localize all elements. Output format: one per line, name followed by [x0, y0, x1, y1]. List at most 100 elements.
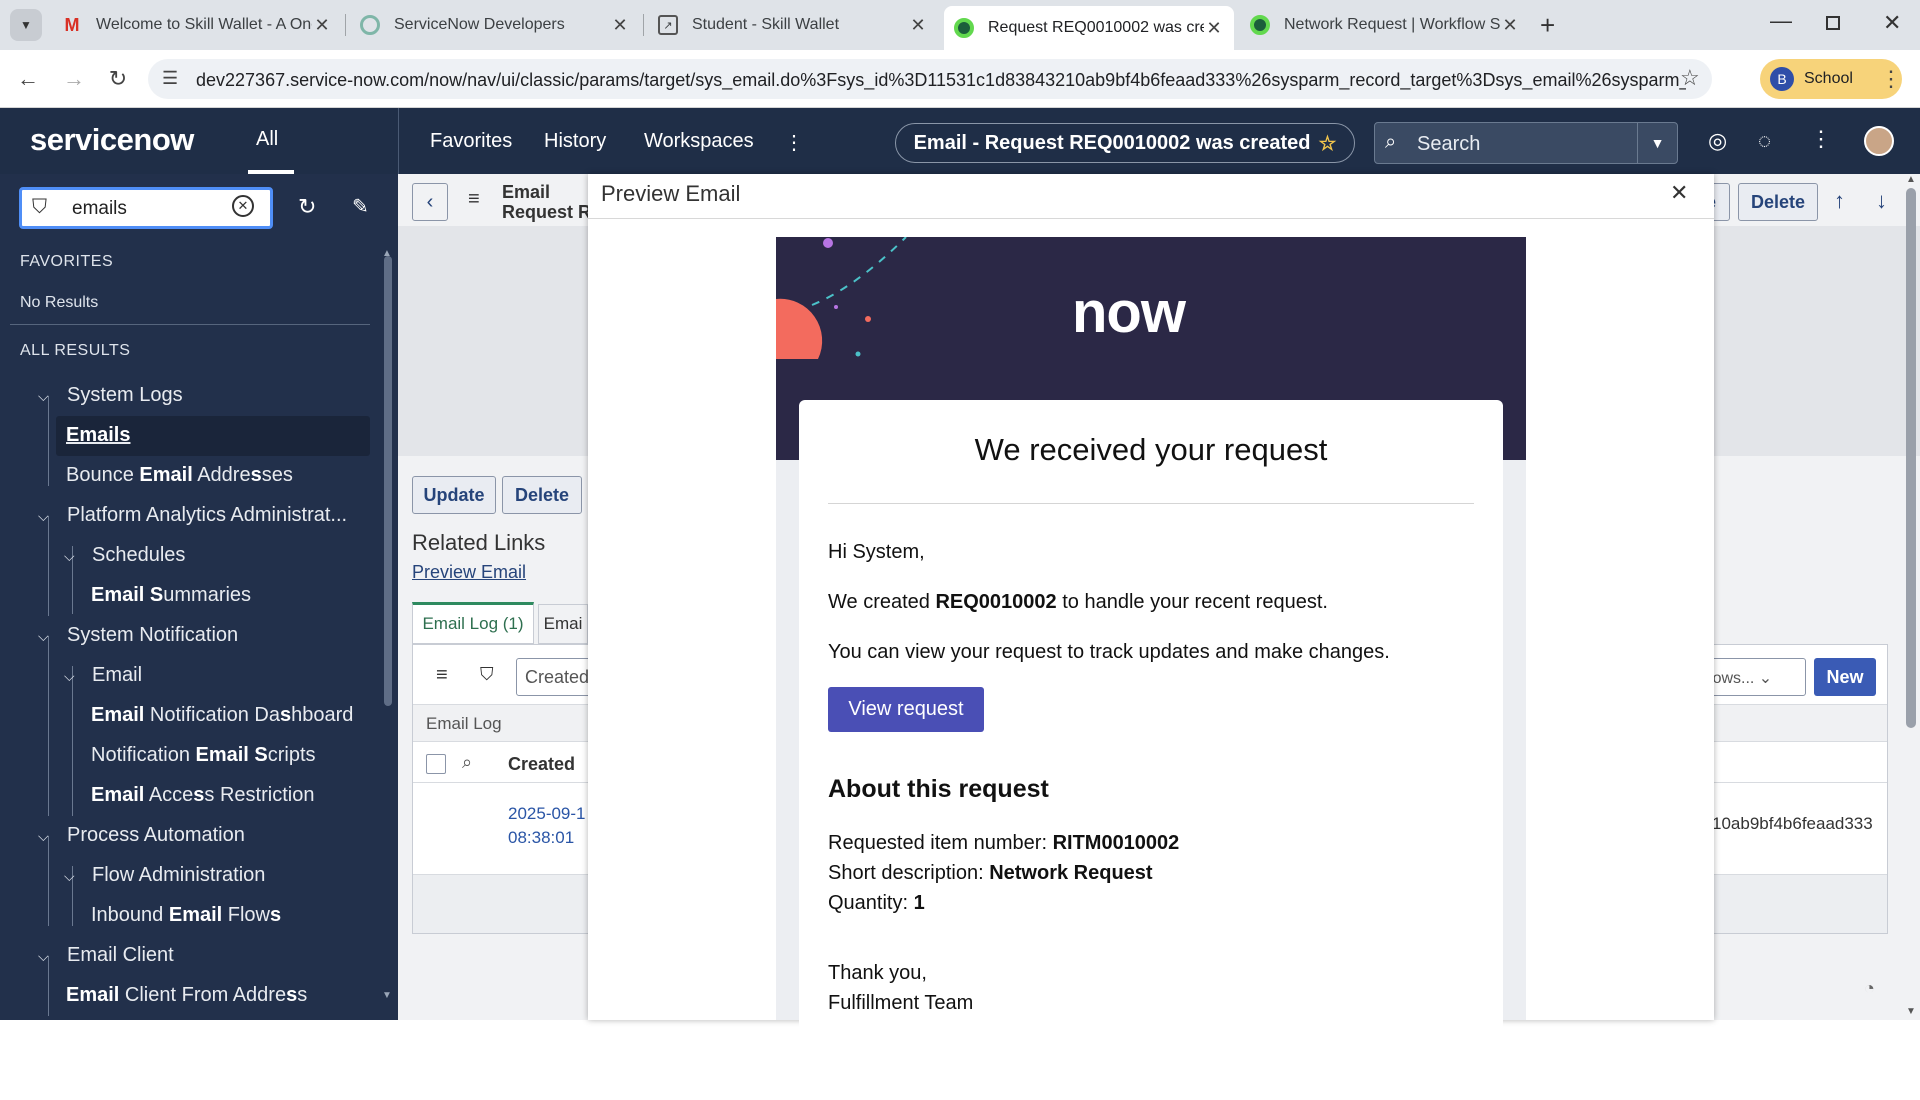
close-icon[interactable]: ✕	[1670, 180, 1688, 206]
servicenow-logo[interactable]: servicenow	[30, 122, 194, 158]
close-icon[interactable]: ✕	[312, 15, 332, 36]
servicenow-dev-icon	[360, 15, 380, 35]
close-icon[interactable]: ✕	[610, 15, 630, 36]
tab-email-log[interactable]: Email Log (1)	[412, 602, 534, 644]
global-search-input[interactable]: ⌕ Search ▼	[1374, 122, 1678, 164]
list-search-field[interactable]: Created	[516, 658, 596, 696]
next-record-icon[interactable]: ↓	[1876, 188, 1887, 214]
nav-module-email[interactable]: Email	[92, 664, 142, 687]
url-text: dev227367.service-now.com/now/nav/ui/cla…	[196, 70, 1686, 90]
scroll-down-icon[interactable]: ▼	[1906, 1006, 1916, 1017]
nav-module-system-logs[interactable]: System Logs	[67, 384, 183, 407]
browser-tab-active[interactable]: Request REQ0010002 was creat ✕	[944, 6, 1234, 50]
more-menu-icon[interactable]: ⋮	[784, 130, 804, 155]
url-field[interactable]: ☰ dev227367.service-now.com/now/nav/ui/c…	[148, 59, 1712, 99]
chevron-down-icon[interactable]: ⌵	[38, 508, 49, 525]
nav-module-system-notification[interactable]: System Notification	[67, 624, 238, 647]
nav-item-email-summaries[interactable]: Email Summaries	[91, 584, 251, 607]
user-avatar[interactable]	[1864, 126, 1894, 156]
update-button[interactable]: Update	[412, 476, 496, 514]
history-menu[interactable]: History	[544, 130, 606, 153]
browser-menu-icon[interactable]: ⋮	[1880, 66, 1902, 92]
all-menu-tab[interactable]: All	[256, 128, 278, 151]
browser-tab[interactable]: ServiceNow Developers ✕	[350, 8, 640, 42]
nav-item-email-access-restriction[interactable]: Email Access Restriction	[91, 784, 314, 807]
search-scope-dropdown[interactable]: ▼	[1637, 123, 1677, 163]
delete-button[interactable]: Delete	[502, 476, 582, 514]
list-menu-icon[interactable]: ≡	[436, 664, 448, 687]
nav-item-notification-email-scripts[interactable]: Notification Email Scripts	[91, 744, 316, 767]
nav-item-emails[interactable]: Emails	[66, 424, 130, 447]
favorite-star-icon[interactable]: ☆	[1318, 131, 1336, 156]
new-button[interactable]: New	[1814, 658, 1876, 696]
nav-item-email-client-from-address[interactable]: Email Client From Address	[66, 984, 307, 1007]
site-info-icon[interactable]: ☰	[162, 68, 178, 89]
column-header-created[interactable]: Created	[508, 754, 575, 775]
no-results-text: No Results	[20, 294, 99, 311]
close-icon[interactable]: ✕	[908, 15, 928, 36]
nav-module-platform-analytics[interactable]: Platform Analytics Administrat...	[67, 504, 347, 527]
chevron-down-icon[interactable]: ⌵	[64, 668, 75, 685]
chevron-down-icon[interactable]: ⌵	[38, 628, 49, 645]
nav-module-schedules[interactable]: Schedules	[92, 544, 185, 567]
chevron-down-icon[interactable]: ⌵	[38, 948, 49, 965]
close-icon[interactable]: ✕	[1204, 18, 1224, 39]
address-bar-row: ← → ↻ ☰ dev227367.service-now.com/now/na…	[0, 50, 1920, 108]
chevron-down-icon[interactable]: ⌵	[64, 548, 75, 565]
scroll-up-icon[interactable]: ▲	[1906, 174, 1916, 185]
new-tab-icon[interactable]: +	[1540, 10, 1555, 41]
help-icon[interactable]: ◔	[1864, 978, 1875, 999]
chevron-down-icon[interactable]: ⌵	[38, 828, 49, 845]
nav-filter-input[interactable]: ⛉ emails ✕	[19, 187, 273, 229]
close-window-icon[interactable]: ✕	[1883, 10, 1901, 36]
restore-icon[interactable]	[1826, 16, 1840, 30]
email-track-line: You can view your request to track updat…	[828, 641, 1390, 663]
settings-menu-icon[interactable]: ⋮	[1810, 126, 1832, 152]
favorites-menu[interactable]: Favorites	[430, 130, 512, 153]
row-created-time[interactable]: 08:38:01	[508, 828, 574, 848]
globe-icon[interactable]: ◎	[1708, 128, 1727, 154]
minimize-icon[interactable]: —	[1770, 8, 1792, 34]
chevron-down-icon[interactable]: ⌵	[64, 868, 75, 885]
preview-email-link[interactable]: Preview Email	[412, 562, 526, 583]
view-request-button[interactable]: View request	[828, 687, 984, 732]
forward-icon[interactable]: →	[58, 63, 90, 95]
back-button[interactable]: ‹	[412, 183, 448, 221]
browser-tab[interactable]: Network Request | Workflow Stu ✕	[1240, 8, 1530, 42]
column-search-icon[interactable]: ⌕	[462, 752, 472, 773]
browser-tab[interactable]: M Welcome to Skill Wallet - A One ✕	[52, 8, 342, 42]
nav-module-email-client[interactable]: Email Client	[67, 944, 174, 967]
tab-email-partial[interactable]: Emai	[538, 604, 588, 644]
close-icon[interactable]: ✕	[1500, 15, 1520, 36]
chat-icon[interactable]: ◌	[1758, 128, 1771, 154]
quantity-value: 1	[913, 892, 925, 914]
chevron-down-icon[interactable]: ⌵	[38, 388, 49, 405]
nav-item-inbound-email-flows[interactable]: Inbound Email Flows	[91, 904, 281, 927]
form-menu-icon[interactable]: ≡	[468, 188, 480, 211]
tab-search-button[interactable]: ▼	[10, 9, 42, 41]
main-scrollbar[interactable]	[1906, 188, 1916, 728]
nav-scrollbar[interactable]	[384, 256, 392, 706]
select-all-checkbox[interactable]	[426, 754, 446, 774]
previous-record-icon[interactable]: ↑	[1834, 188, 1845, 214]
record-title-pill[interactable]: Email - Request REQ0010002 was created ☆	[895, 123, 1355, 163]
bookmark-star-icon[interactable]: ☆	[1680, 65, 1700, 91]
back-icon[interactable]: ←	[12, 63, 44, 95]
pin-icon[interactable]: ✎	[352, 194, 369, 219]
nav-module-flow-administration[interactable]: Flow Administration	[92, 864, 265, 887]
refresh-icon[interactable]: ↻	[298, 194, 316, 220]
nav-module-process-automation[interactable]: Process Automation	[67, 824, 245, 847]
list-filter-icon[interactable]: ⛉	[480, 664, 494, 685]
header-delete-label: Delete	[1750, 191, 1806, 212]
reload-icon[interactable]: ↻	[102, 63, 134, 95]
workspaces-menu[interactable]: Workspaces	[644, 130, 754, 153]
clear-filter-icon[interactable]: ✕	[232, 195, 254, 217]
header-delete-button[interactable]: Delete	[1738, 183, 1818, 221]
scroll-down-icon[interactable]: ▼	[382, 990, 392, 1001]
nav-item-email-notification-dashboard[interactable]: Email Notification Dashboard	[91, 704, 353, 727]
scroll-up-icon[interactable]: ▲	[382, 248, 392, 259]
nav-item-bounce-email-addresses[interactable]: Bounce Email Addresses	[66, 464, 293, 487]
quantity-label: Quantity:	[828, 892, 914, 914]
browser-tab[interactable]: ↗ Student - Skill Wallet ✕	[648, 8, 938, 42]
row-created-date[interactable]: 2025-09-1	[508, 804, 586, 824]
